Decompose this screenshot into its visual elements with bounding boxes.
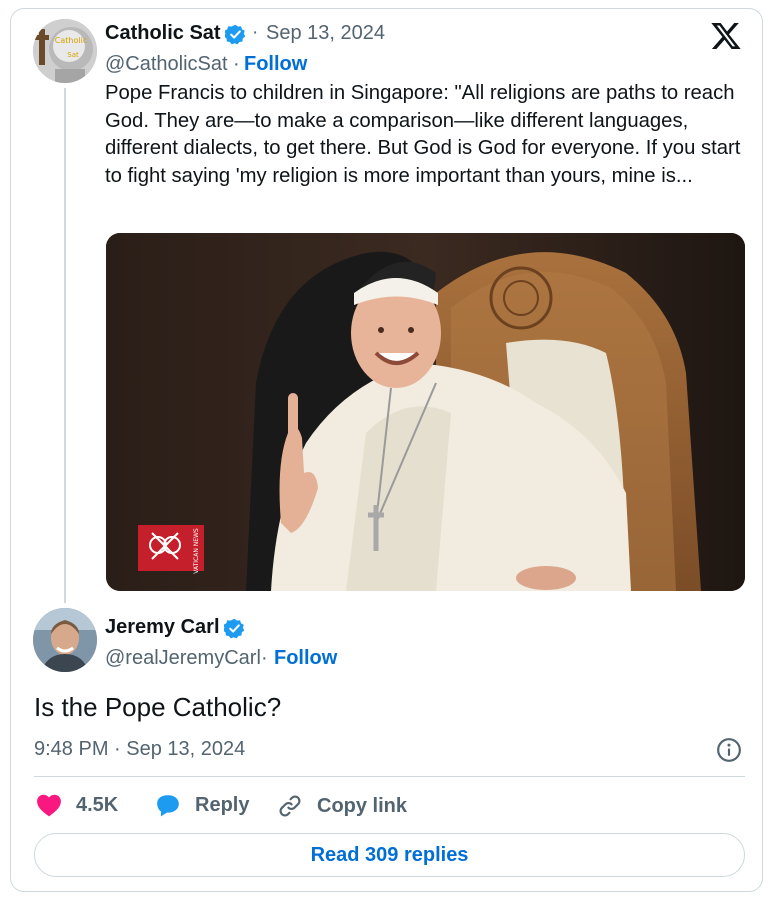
reply-button[interactable]: Reply bbox=[155, 793, 249, 817]
main-tweet-text: Is the Pope Catholic? bbox=[34, 692, 282, 722]
reply-bubble-icon bbox=[157, 795, 179, 817]
like-button[interactable]: 4.5K bbox=[36, 793, 118, 817]
thread-connector-line bbox=[64, 88, 66, 603]
avatar-text: Sat bbox=[67, 51, 79, 59]
verified-badge-icon bbox=[224, 618, 245, 639]
tweet-media-image[interactable]: VATICAN NEWS bbox=[106, 233, 745, 591]
separator-dot: · bbox=[261, 647, 268, 669]
verified-badge-icon bbox=[225, 24, 246, 45]
divider bbox=[34, 776, 745, 777]
heart-icon bbox=[37, 794, 61, 817]
separator-dot: · bbox=[252, 22, 259, 43]
quoted-date[interactable]: Sep 13, 2024 bbox=[266, 22, 385, 45]
catholic-sat-avatar[interactable]: Catholic Sat bbox=[33, 19, 97, 83]
reply-label: Reply bbox=[195, 793, 250, 816]
separator-dot: · bbox=[233, 53, 240, 75]
main-author-name[interactable]: Jeremy Carl bbox=[105, 616, 220, 639]
follow-jeremycarl-button[interactable]: Follow bbox=[274, 647, 337, 670]
tweet-timestamp[interactable]: 9:48 PM · Sep 13, 2024 bbox=[34, 738, 245, 761]
follow-catholicsat-button[interactable]: Follow bbox=[244, 53, 307, 76]
quoted-tweet-text: Pope Francis to children in Singapore: "… bbox=[105, 82, 741, 187]
copy-link-label: Copy link bbox=[317, 794, 408, 817]
link-icon bbox=[279, 795, 301, 817]
read-replies-button[interactable]: Read 309 replies bbox=[34, 833, 745, 877]
info-icon[interactable] bbox=[716, 737, 742, 763]
quoted-author-handle[interactable]: @CatholicSat bbox=[105, 53, 228, 76]
avatar-text: Catholic bbox=[55, 36, 87, 45]
media-watermark-text: VATICAN NEWS bbox=[193, 528, 200, 574]
jeremy-carl-avatar[interactable] bbox=[33, 608, 97, 672]
x-logo-icon[interactable] bbox=[709, 20, 743, 52]
copy-link-button[interactable]: Copy link bbox=[277, 793, 407, 819]
like-count: 4.5K bbox=[76, 793, 119, 816]
quoted-author-name[interactable]: Catholic Sat bbox=[105, 22, 221, 45]
main-author-handle[interactable]: @realJeremyCarl bbox=[105, 647, 261, 670]
